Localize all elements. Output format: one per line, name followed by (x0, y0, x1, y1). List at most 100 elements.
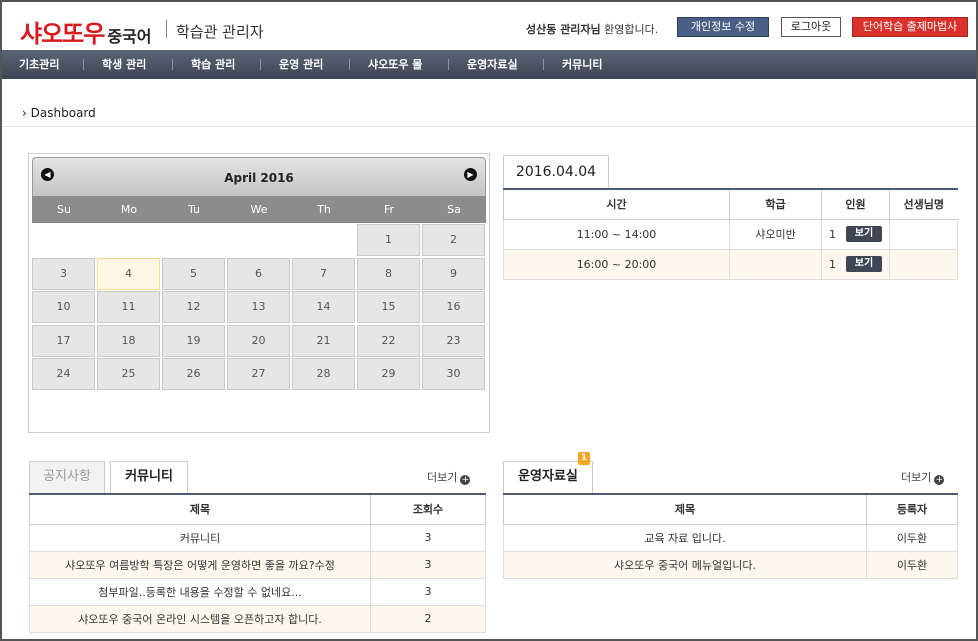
post-views: 3 (370, 577, 486, 606)
community-more-link[interactable]: 더보기 + (427, 469, 471, 485)
table-row[interactable]: 샤오또우 중국어 메뉴얼입니다. 이두환 (503, 550, 958, 579)
calendar-day[interactable]: 17 (32, 324, 95, 357)
table-row[interactable]: 교육 자료 입니다. 이두환 (503, 523, 958, 552)
logout-button[interactable]: 로그아웃 (781, 17, 841, 37)
view-button[interactable]: 보기 (846, 256, 882, 272)
calendar-day[interactable]: 28 (292, 358, 355, 390)
schedule-date-tab[interactable]: 2016.04.04 (503, 155, 609, 189)
post-title[interactable]: 커뮤니티 (29, 523, 371, 552)
calendar-day[interactable]: 20 (227, 324, 290, 357)
calendar-day[interactable]: 11 (97, 291, 160, 323)
calendar-month-title: April 2016 (224, 171, 294, 185)
calendar-day-today[interactable]: 4 (97, 257, 160, 290)
word-study-wizard-button[interactable]: 단어학습 출제마법사 (852, 17, 968, 37)
table-row[interactable]: 샤오또우 여름방학 특장은 어떻게 운영하면 좋을 까요?수정 3 (29, 550, 486, 579)
table-row[interactable]: 첨부파일..등록한 내용을 수정할 수 없네요... 3 (29, 577, 486, 606)
weekday-label: Mo (120, 203, 138, 216)
calendar-header: ◀ April 2016 ▶ (32, 157, 486, 197)
calendar-day[interactable]: 1 (357, 224, 420, 256)
post-title[interactable]: 샤오또우 여름방학 특장은 어떻게 운영하면 좋을 까요?수정 (29, 550, 371, 579)
nav-item-basic[interactable]: 기초관리 (19, 50, 59, 79)
edit-profile-button[interactable]: 개인정보 수정 (677, 17, 769, 37)
calendar-day[interactable]: 10 (32, 291, 95, 323)
view-button[interactable]: 보기 (846, 226, 882, 242)
post-title[interactable]: 첨부파일..등록한 내용을 수정할 수 없네요... (29, 577, 371, 606)
calendar-day[interactable]: 2 (422, 224, 485, 256)
new-count-badge: 1 (578, 452, 590, 465)
calendar-day[interactable]: 16 (422, 291, 485, 323)
schedule-table: 시간 학급 인원 선생님명 11:00 ~ 14:00 샤오미반 1 보기 16:… (503, 188, 958, 280)
nav-item-students[interactable]: 학생 관리 (102, 50, 146, 79)
calendar-day[interactable]: 3 (32, 257, 95, 290)
weekday-label: Tu (187, 203, 201, 216)
col-header-title: 제목 (503, 493, 867, 525)
calendar: ◀ April 2016 ▶ Su Mo Tu We Th Fr Sa 1234… (28, 153, 490, 433)
calendar-day[interactable]: 27 (227, 358, 290, 390)
nav-item-operations[interactable]: 운영 관리 (279, 50, 323, 79)
calendar-day[interactable]: 13 (227, 291, 290, 323)
calendar-day[interactable]: 7 (292, 257, 355, 290)
calendar-day[interactable]: 26 (162, 358, 225, 390)
calendar-day[interactable]: 25 (97, 358, 160, 390)
calendar-next-icon[interactable]: ▶ (464, 168, 477, 181)
tab-community[interactable]: 커뮤니티 (110, 461, 188, 493)
more-label: 더보기 (901, 471, 932, 484)
welcome-suffix: 환영합니다. (600, 23, 659, 36)
post-views: 3 (370, 550, 486, 579)
resource-title[interactable]: 샤오또우 중국어 메뉴얼입니다. (503, 550, 867, 579)
calendar-day[interactable]: 19 (162, 324, 225, 357)
logo[interactable]: 샤오또우 중국어 (20, 14, 152, 49)
table-row[interactable]: 커뮤니티 3 (29, 523, 486, 552)
schedule-time: 11:00 ~ 14:00 (503, 218, 730, 250)
breadcrumb-dashboard[interactable]: Dashboard (31, 106, 96, 120)
schedule-count: 1 (829, 227, 836, 241)
calendar-day[interactable]: 9 (422, 257, 485, 290)
calendar-day[interactable]: 18 (97, 324, 160, 357)
nav-divider (172, 59, 173, 70)
col-header-count: 인원 (821, 188, 890, 220)
resource-title[interactable]: 교육 자료 입니다. (503, 523, 867, 552)
calendar-day[interactable]: 12 (162, 291, 225, 323)
tab-notice[interactable]: 공지사항 (29, 461, 105, 493)
chevron-right-icon: › (22, 106, 27, 120)
post-views: 3 (370, 523, 486, 552)
nav-item-mall[interactable]: 샤오또우 몰 (368, 50, 422, 79)
site-title: 학습관 관리자 (176, 23, 264, 41)
calendar-day[interactable]: 21 (292, 324, 355, 357)
welcome-user: 성산동 관리자님 (526, 23, 601, 36)
nav-item-resources[interactable]: 운영자료실 (467, 50, 518, 79)
resources-more-link[interactable]: 더보기 + (901, 469, 945, 485)
tab-resources[interactable]: 운영자료실 (503, 461, 593, 493)
welcome-message: 성산동 관리자님 환영합니다. (526, 21, 658, 37)
calendar-day[interactable]: 24 (32, 358, 95, 390)
calendar-day[interactable]: 23 (422, 324, 485, 357)
nav-item-community[interactable]: 커뮤니티 (562, 50, 602, 79)
calendar-day[interactable]: 14 (292, 291, 355, 323)
table-row[interactable]: 샤오또우 중국어 온라인 시스템을 오픈하고자 합니다. 2 (29, 604, 486, 633)
calendar-day[interactable]: 22 (357, 324, 420, 357)
title-divider (166, 20, 167, 38)
calendar-day[interactable]: 8 (357, 257, 420, 290)
schedule-class: 샤오미반 (729, 218, 822, 250)
col-header-teacher: 선생님명 (889, 188, 958, 220)
col-header-author: 등록자 (866, 493, 958, 525)
breadcrumb-divider (2, 126, 976, 127)
weekday-label: Sa (447, 203, 461, 216)
schedule-count: 1 (829, 257, 836, 271)
calendar-day[interactable]: 5 (162, 257, 225, 290)
nav-divider (349, 59, 350, 70)
table-row: 16:00 ~ 20:00 1 보기 (503, 248, 958, 280)
weekday-label: Fr (383, 203, 395, 216)
schedule-teacher (889, 218, 958, 250)
post-title[interactable]: 샤오또우 중국어 온라인 시스템을 오픈하고자 합니다. (29, 604, 371, 633)
calendar-day[interactable]: 30 (422, 358, 485, 390)
calendar-day[interactable]: 6 (227, 257, 290, 290)
table-row: 11:00 ~ 14:00 샤오미반 1 보기 (503, 218, 958, 250)
nav-item-learning[interactable]: 학습 관리 (191, 50, 235, 79)
schedule-time: 16:00 ~ 20:00 (503, 248, 730, 280)
weekday-label: Su (57, 203, 71, 216)
plus-icon: + (934, 475, 945, 485)
calendar-day[interactable]: 29 (357, 358, 420, 390)
col-header-time: 시간 (503, 188, 730, 220)
calendar-day[interactable]: 15 (357, 291, 420, 323)
